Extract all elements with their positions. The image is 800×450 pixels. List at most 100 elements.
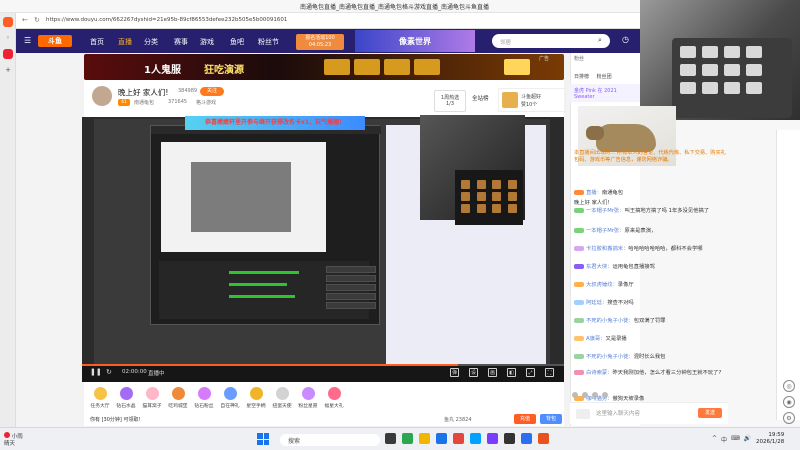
record-icon[interactable]: ◉ <box>783 396 795 408</box>
chat-username[interactable]: 不死的小兔子小徒： <box>586 354 634 360</box>
chat-username[interactable]: 大叔虎锤纹： <box>586 282 618 288</box>
weather-icon <box>4 432 10 438</box>
keyboard-icon[interactable]: ⌨ <box>731 435 740 444</box>
gift-item[interactable]: 扭蛋天使 <box>270 387 294 409</box>
settings-icon[interactable]: 设 <box>469 368 478 377</box>
pip-icon[interactable]: ◧ <box>507 368 516 377</box>
app-icon[interactable] <box>521 433 532 444</box>
chat-user-box[interactable]: 金虎 Pink 在 2021 Sweater <box>570 84 640 102</box>
chat-username[interactable]: 卡拉胶和搬鸽米： <box>586 246 628 252</box>
window-title: 南通龟包直播_南通龟包直播_南通龟包格斗游戏直播_南通龟包斗鱼直播 <box>300 4 490 11</box>
pause-icon[interactable]: ❚❚ <box>90 368 102 376</box>
sidebar-douyu-icon[interactable] <box>3 49 13 59</box>
folder-icon[interactable] <box>419 433 430 444</box>
progress-bar[interactable] <box>82 364 564 366</box>
chat-username[interactable]: 阿廷廷： <box>586 300 607 306</box>
tab-fans[interactable]: 粉丝团 <box>597 74 612 80</box>
app-icon[interactable] <box>538 433 549 444</box>
chat-username[interactable]: A旗哥： <box>586 336 606 342</box>
video-obs-window <box>150 125 381 325</box>
refresh-icon[interactable]: ↻ <box>106 368 112 376</box>
nav-fishbar[interactable]: 鱼吧 <box>230 37 244 47</box>
webfullscreen-icon[interactable]: ⤢ <box>526 368 535 377</box>
fullscreen-icon[interactable]: ⛶ <box>545 368 554 377</box>
url-text[interactable]: https://www.douyu.com/662267dyshid=21e95… <box>46 17 287 23</box>
gift-item[interactable]: 星空手柄 <box>244 387 268 409</box>
settings-icon[interactable]: ⚙ <box>783 412 795 424</box>
app-icon[interactable] <box>487 433 498 444</box>
ime-icon[interactable]: 中 <box>721 435 727 444</box>
emoji-icon[interactable] <box>572 392 578 398</box>
gift-item[interactable]: 猫耳窝子 <box>140 387 164 409</box>
tab-daily-rank[interactable]: 日排榜 <box>574 74 589 80</box>
pixel-world-banner[interactable]: 像素世界 <box>355 30 475 52</box>
chat-username[interactable]: 一本帽子Mr张： <box>586 228 625 234</box>
danmaku-icon[interactable]: 弹 <box>450 368 459 377</box>
backpack-button[interactable]: 背包 <box>540 414 562 424</box>
sidebar-app-icon[interactable] <box>3 17 13 27</box>
nav-games[interactable]: 游戏 <box>200 37 214 47</box>
emoji-button[interactable] <box>576 409 590 419</box>
fan-icon[interactable] <box>592 392 598 398</box>
gift-item[interactable]: 福星大礼 <box>322 387 346 409</box>
chat-username[interactable]: 一本帽子Mr张： <box>586 208 625 214</box>
app-icon[interactable] <box>453 433 464 444</box>
gift-icon[interactable] <box>582 392 588 398</box>
sidebar-add-icon[interactable]: + <box>3 65 13 75</box>
chat-username[interactable]: 直播： <box>586 190 602 196</box>
weather-widget[interactable]: 小雨 晴天 <box>4 432 23 448</box>
event-countdown[interactable]: 报名活动100 04:05:23 <box>296 34 344 50</box>
play-time: 02:00:00 <box>122 369 147 375</box>
target-icon[interactable]: ◎ <box>783 380 795 392</box>
refresh-icon[interactable]: ↻ <box>34 16 40 24</box>
back-icon[interactable]: ← <box>22 16 28 24</box>
nav-live[interactable]: 直播 <box>118 37 132 47</box>
nav-category[interactable]: 分类 <box>144 37 158 47</box>
douyu-logo[interactable]: 斗鱼 <box>38 35 72 47</box>
chat-input[interactable]: 这里输入聊天内容 <box>596 409 640 417</box>
sidebar-pin-icon[interactable]: ◦ <box>3 33 13 43</box>
site-rank-link[interactable]: 全站榜 <box>472 94 489 102</box>
charge-button[interactable]: 充值 <box>514 414 536 424</box>
ad-banner[interactable]: 1人鬼服 狂吃演源 广告 <box>84 54 564 80</box>
search-input[interactable]: 邻居 <box>492 34 610 48</box>
start-icon[interactable] <box>257 433 269 445</box>
gift-item[interactable]: 自在神礼 <box>218 387 242 409</box>
streamer-avatar[interactable] <box>92 86 112 106</box>
right-toolbar: ◎ ◉ ⚙ <box>776 130 800 424</box>
send-button[interactable]: 发送 <box>698 408 722 418</box>
gift-item[interactable]: 粉丝星愿 <box>296 387 320 409</box>
room-category[interactable]: 格斗游戏 <box>196 99 216 106</box>
gift-item[interactable]: 吃鸡城堡 <box>166 387 190 409</box>
volume-icon[interactable]: 🔊 <box>744 435 751 444</box>
host-name[interactable]: 南通龟包 <box>134 99 154 106</box>
chat-username[interactable]: 不死的小兔子小徒： <box>586 318 634 324</box>
obs-icon[interactable] <box>504 433 515 444</box>
edge-icon[interactable] <box>436 433 447 444</box>
app-icon[interactable] <box>470 433 481 444</box>
guild-box[interactable]: 斗鱼超好 赞10个 <box>498 88 566 112</box>
chrome-icon[interactable] <box>402 433 413 444</box>
chat-username[interactable]: 东君大侠： <box>586 264 613 270</box>
obs-preview-inner <box>191 162 291 232</box>
task-view-icon[interactable] <box>385 433 396 444</box>
gift-item[interactable]: 任务大厅 <box>88 387 112 409</box>
menu-icon[interactable]: ☰ <box>24 36 31 45</box>
nav-home[interactable]: 首页 <box>90 37 104 47</box>
clock-icon[interactable]: ◷ <box>622 35 629 44</box>
chat-username[interactable]: 白诗索蒙： <box>586 370 613 376</box>
clock[interactable]: 19:59 2026/1/28 <box>756 432 784 446</box>
user-badge <box>574 300 584 305</box>
search-icon[interactable]: ⌕ <box>598 36 602 45</box>
more-icon[interactable] <box>602 392 608 398</box>
weekly-rank[interactable]: 1周热选 1/3 <box>434 90 466 112</box>
gift-hint[interactable]: 你有 [30分钟] 可领取! <box>90 416 140 423</box>
gift-item[interactable]: 钻石水晶 <box>114 387 138 409</box>
follow-button[interactable]: 关注 <box>200 87 224 96</box>
gift-item[interactable]: 钻石粉丝 <box>192 387 216 409</box>
taskbar-search[interactable]: 搜索 <box>280 434 380 446</box>
nav-fanfest[interactable]: 粉丝节 <box>258 37 279 47</box>
quality-icon[interactable]: 画 <box>488 368 497 377</box>
tray-expand-icon[interactable]: ^ <box>712 435 717 444</box>
nav-events[interactable]: 赛事 <box>174 37 188 47</box>
